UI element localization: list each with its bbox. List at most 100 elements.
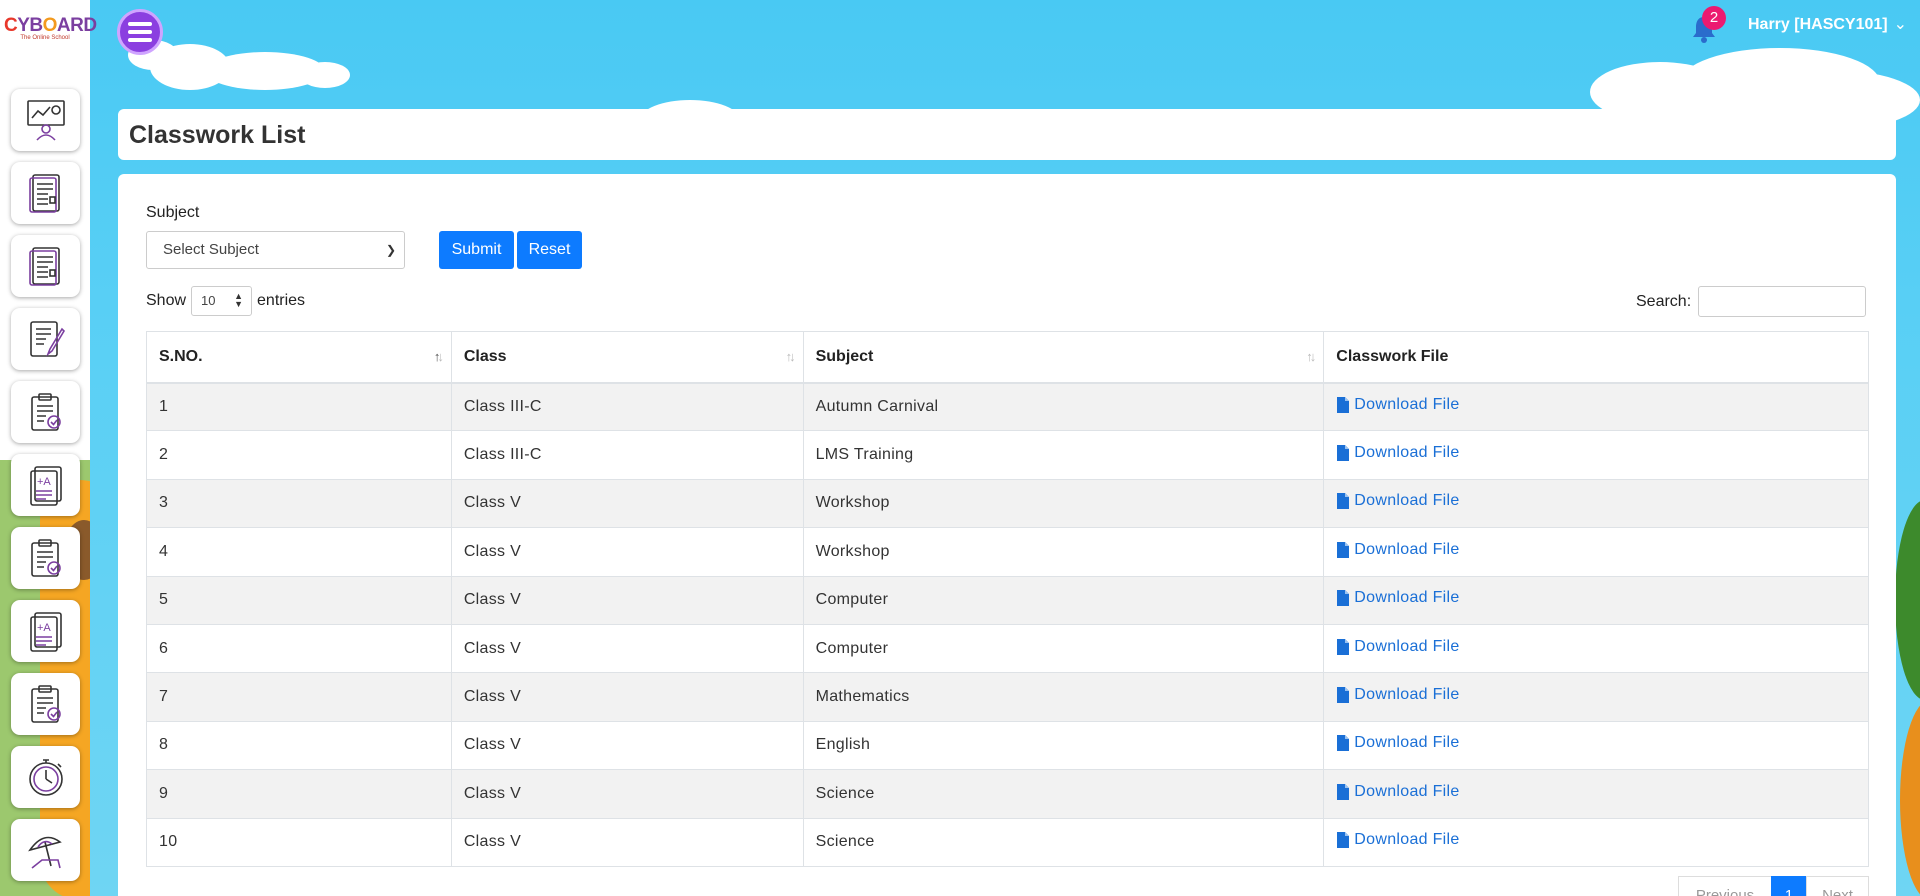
cell-sno: 3 xyxy=(146,478,452,529)
column-header-classwork-file: Classwork File xyxy=(1323,331,1869,384)
sidebar-item-quiz[interactable] xyxy=(11,673,80,735)
table-row: 4 Class V Workshop Download File xyxy=(146,527,1869,577)
cell-subject: English xyxy=(802,720,1325,771)
column-header-class[interactable]: Class ↑↓ xyxy=(450,331,804,384)
pagination-next[interactable]: Next xyxy=(1806,876,1869,896)
table-row: 2 Class III-C LMS Training Download File xyxy=(146,430,1869,480)
download-file-label: Download File xyxy=(1354,734,1460,752)
table-row: 8 Class V English Download File xyxy=(146,720,1869,771)
cell-subject: Computer xyxy=(802,575,1325,625)
chevron-down-icon: ❯ xyxy=(385,243,396,257)
sidebar-item-results[interactable]: +A xyxy=(11,454,80,516)
sidebar-item-assignments[interactable] xyxy=(11,308,80,370)
download-file-link[interactable]: Download File xyxy=(1336,734,1459,752)
cell-classwork-file: Download File xyxy=(1323,527,1869,577)
sidebar-item-timetable[interactable] xyxy=(11,746,80,808)
file-icon xyxy=(1337,638,1350,655)
sidebar-item-exams[interactable] xyxy=(11,527,80,589)
document-list-icon xyxy=(28,247,60,286)
cell-class: Class V xyxy=(450,527,804,577)
file-icon xyxy=(1337,445,1350,462)
download-file-label: Download File xyxy=(1354,492,1460,510)
cell-sno: 5 xyxy=(146,575,452,625)
entries-select-value: 10 xyxy=(201,293,216,308)
cell-classwork-file: Download File xyxy=(1323,381,1869,432)
pagination-previous[interactable]: Previous xyxy=(1678,876,1772,896)
page-title-card: Classwork List xyxy=(118,109,1896,160)
classwork-panel: Subject Select Subject ❯ Submit Reset Sh… xyxy=(118,174,1896,896)
download-file-label: Download File xyxy=(1354,395,1460,413)
sidebar-item-holidays[interactable] xyxy=(11,819,80,881)
cell-class: Class V xyxy=(450,575,804,625)
table-row: 1 Class III-C Autumn Carnival Download File xyxy=(146,381,1869,432)
download-file-link[interactable]: Download File xyxy=(1336,396,1459,414)
cell-classwork-file: Download File xyxy=(1323,817,1869,867)
column-header-sno[interactable]: S.NO. ↑↓ xyxy=(146,331,452,384)
download-file-label: Download File xyxy=(1354,782,1460,800)
sidebar-item-report-card[interactable]: +A xyxy=(11,600,80,662)
file-icon xyxy=(1337,541,1350,558)
download-file-link[interactable]: Download File xyxy=(1336,589,1459,607)
grade-document-icon: +A xyxy=(29,466,62,506)
cell-class: Class V xyxy=(450,769,804,819)
submit-button[interactable]: Submit xyxy=(439,231,514,269)
sidebar-item-dashboard[interactable] xyxy=(11,89,80,151)
user-name: Harry [HASCY101] xyxy=(1748,16,1888,33)
cell-sno: 4 xyxy=(146,527,452,577)
download-file-link[interactable]: Download File xyxy=(1336,686,1459,704)
sidebar-item-tests[interactable] xyxy=(11,381,80,443)
sidebar-item-classwork[interactable] xyxy=(11,235,80,297)
cell-class: Class III-C xyxy=(450,430,804,480)
cell-classwork-file: Download File xyxy=(1323,769,1869,819)
clipboard-check-icon xyxy=(30,539,61,577)
table-row: 10 Class V Science Download File xyxy=(146,817,1869,867)
stopwatch-icon xyxy=(28,759,63,796)
download-file-link[interactable]: Download File xyxy=(1336,638,1459,656)
sort-icon: ↑↓ xyxy=(785,349,796,364)
cell-subject: Workshop xyxy=(802,478,1325,529)
cell-class: Class V xyxy=(450,623,804,674)
download-file-link[interactable]: Download File xyxy=(1336,831,1459,849)
chevron-down-icon: ⌄ xyxy=(1893,16,1908,33)
document-pen-icon xyxy=(29,321,65,357)
download-file-link[interactable]: Download File xyxy=(1336,492,1459,510)
spinner-arrows-icon: ▲ ▼ xyxy=(234,291,244,309)
reset-button[interactable]: Reset xyxy=(517,231,582,269)
menu-toggle-button[interactable] xyxy=(117,9,163,55)
download-file-link[interactable]: Download File xyxy=(1336,541,1459,559)
download-file-label: Download File xyxy=(1354,540,1460,558)
download-file-link[interactable]: Download File xyxy=(1336,783,1459,801)
table-row: 6 Class V Computer Download File xyxy=(146,623,1869,674)
cyboard-logo[interactable]: CYBOARD The Online School xyxy=(4,16,97,44)
clipboard-check-icon xyxy=(30,685,61,723)
search-input[interactable] xyxy=(1698,286,1867,317)
download-file-link[interactable]: Download File xyxy=(1336,444,1459,462)
cell-class: Class V xyxy=(450,817,804,867)
svg-text:+A: +A xyxy=(37,622,51,634)
cell-subject: Science xyxy=(802,769,1325,819)
table-header-row: S.NO. ↑↓ Class ↑↓ Subject ↑↓ Classwork File xyxy=(146,331,1869,384)
cell-class: Class V xyxy=(450,720,804,771)
cell-subject: Autumn Carnival xyxy=(802,381,1325,432)
column-header-subject[interactable]: Subject ↑↓ xyxy=(802,331,1325,384)
subject-select[interactable]: Select Subject ❯ xyxy=(146,231,405,269)
entries-select[interactable]: 10 ▲ ▼ xyxy=(191,286,253,316)
table-row: 9 Class V Science Download File xyxy=(146,769,1869,819)
user-menu[interactable]: Harry [HASCY101] ⌄ xyxy=(1748,14,1907,34)
download-file-label: Download File xyxy=(1354,444,1460,462)
pagination-page-1[interactable]: 1 xyxy=(1771,876,1807,896)
cell-sno: 7 xyxy=(146,672,452,722)
cell-classwork-file: Download File xyxy=(1323,478,1869,529)
clipboard-check-icon xyxy=(30,393,61,431)
classwork-table: S.NO. ↑↓ Class ↑↓ Subject ↑↓ Classwork File… xyxy=(146,331,1869,867)
download-file-label: Download File xyxy=(1354,589,1460,607)
sidebar-item-homework[interactable] xyxy=(11,162,80,224)
file-icon xyxy=(1337,783,1350,800)
download-file-label: Download File xyxy=(1354,637,1460,655)
cell-sno: 10 xyxy=(146,817,452,867)
cell-sno: 1 xyxy=(146,381,452,432)
cell-class: Class V xyxy=(450,478,804,529)
grade-document-icon: +A xyxy=(29,612,62,652)
file-icon xyxy=(1337,396,1350,413)
cell-sno: 8 xyxy=(146,720,452,771)
